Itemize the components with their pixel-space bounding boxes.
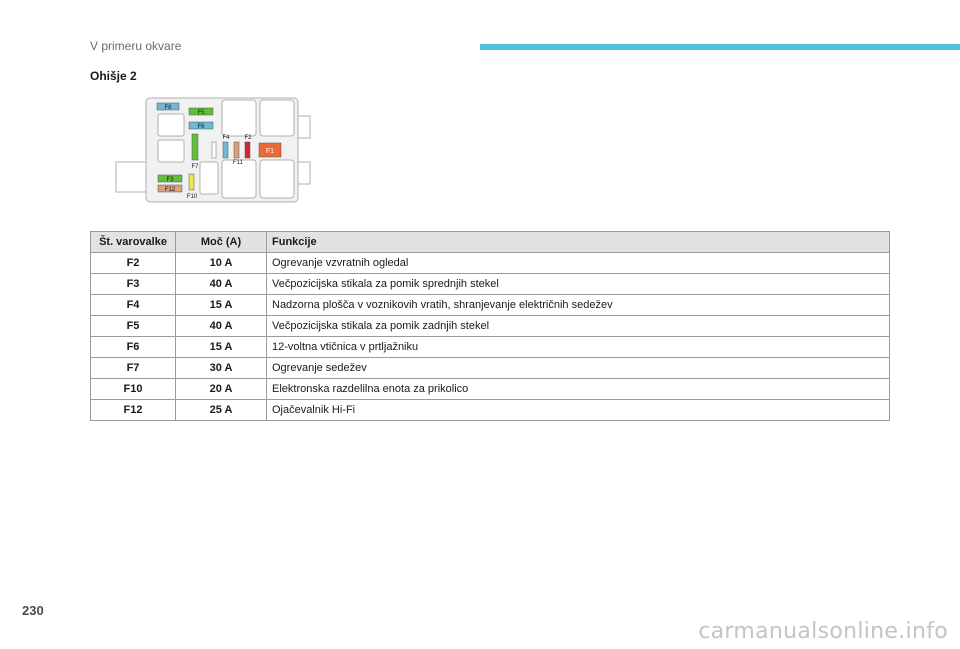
fuse-function: 12-voltna vtičnica v prtljažniku [266,336,890,358]
fuse-function: Večpozicijska stikala za pomik zadnjih s… [266,315,890,337]
fuse-number: F6 [90,336,176,358]
empty-slot [211,141,217,159]
fuse-f7 [191,133,199,161]
table-row: F2 10 A Ogrevanje vzvratnih ogledal [90,252,890,274]
fuse-f11 [233,141,240,159]
section-title: Ohišje 2 [90,69,137,83]
fuse-f5-label: F5 [197,110,205,116]
table-row: F4 15 A Nadzorna plošča v voznikovih vra… [90,294,890,316]
left-mount-tab [115,161,147,193]
fuse-amperage: 15 A [175,336,267,358]
table-row: F5 40 A Večpozicijska stikala za pomik z… [90,315,890,337]
fuse-number: F5 [90,315,176,337]
relay-mid-left [157,139,185,163]
fuse-f10 [188,173,195,191]
right-mount-tab-top [297,115,311,139]
relay-top-left [157,113,185,137]
fuse-f2-label: F2 [244,135,252,141]
fuse-f12-label: F12 [165,187,176,193]
header-accent-bar [480,44,960,50]
fuse-number: F4 [90,294,176,316]
fuse-f3-label: F3 [166,177,174,183]
fuse-amperage: 40 A [175,315,267,337]
fuse-amperage: 30 A [175,357,267,379]
header-fuse-number: Št. varovalke [90,231,176,253]
fuse-amperage: 20 A [175,378,267,400]
fuse-number: F10 [90,378,176,400]
table-row: F6 15 A 12-voltna vtičnica v prtljažniku [90,336,890,358]
fuse-function: Ojačevalnik Hi-Fi [266,399,890,421]
fuse-amperage: 15 A [175,294,267,316]
header-section-text: V primeru okvare [90,39,182,53]
fuse-number: F2 [90,252,176,274]
table-row: F3 40 A Večpozicijska stikala za pomik s… [90,273,890,295]
right-mount-tab-bottom [297,161,311,185]
fuse-number: F12 [90,399,176,421]
fuse-amperage: 10 A [175,252,267,274]
fuse-box-diagram: F8 F5 F6 F7 F4 F11 F2 F1 F3 F12 F10 [115,97,311,203]
fuse-function: Ogrevanje vzvratnih ogledal [266,252,890,274]
page-number: 230 [22,603,44,618]
fuse-amperage: 40 A [175,273,267,295]
fuse-f11-label: F11 [233,160,244,166]
fuse-f10-label: F10 [187,194,198,200]
table-header-row: Št. varovalke Moč (A) Funkcije [90,231,890,253]
fuse-table: Št. varovalke Moč (A) Funkcije F2 10 A O… [90,231,890,421]
relay-bottom-small [199,161,219,195]
fuse-f1-label: F1 [266,148,274,155]
relay-top-mid [221,99,257,137]
header-power: Moč (A) [175,231,267,253]
fuse-f8-label: F8 [164,105,172,111]
fuse-number: F7 [90,357,176,379]
table-row: F7 30 A Ogrevanje sedežev [90,357,890,379]
header-functions: Funkcije [266,231,890,253]
fuse-function: Ogrevanje sedežev [266,357,890,379]
fuse-function: Večpozicijska stikala za pomik sprednjih… [266,273,890,295]
fuse-function: Elektronska razdelilna enota za prikolic… [266,378,890,400]
table-row: F10 20 A Elektronska razdelilna enota za… [90,378,890,400]
fuse-f2 [244,141,251,159]
fuse-number: F3 [90,273,176,295]
watermark: carmanualsonline.info [698,619,948,644]
fuse-f7-label: F7 [191,164,199,170]
relay-top-right [259,99,295,137]
fuse-function: Nadzorna plošča v voznikovih vratih, shr… [266,294,890,316]
relay-bottom-right [259,159,295,199]
fuse-amperage: 25 A [175,399,267,421]
fuse-f4-label: F4 [222,135,230,141]
fuse-f4 [222,141,229,159]
table-row: F12 25 A Ojačevalnik Hi-Fi [90,399,890,421]
fuse-f6-label: F6 [197,124,205,130]
